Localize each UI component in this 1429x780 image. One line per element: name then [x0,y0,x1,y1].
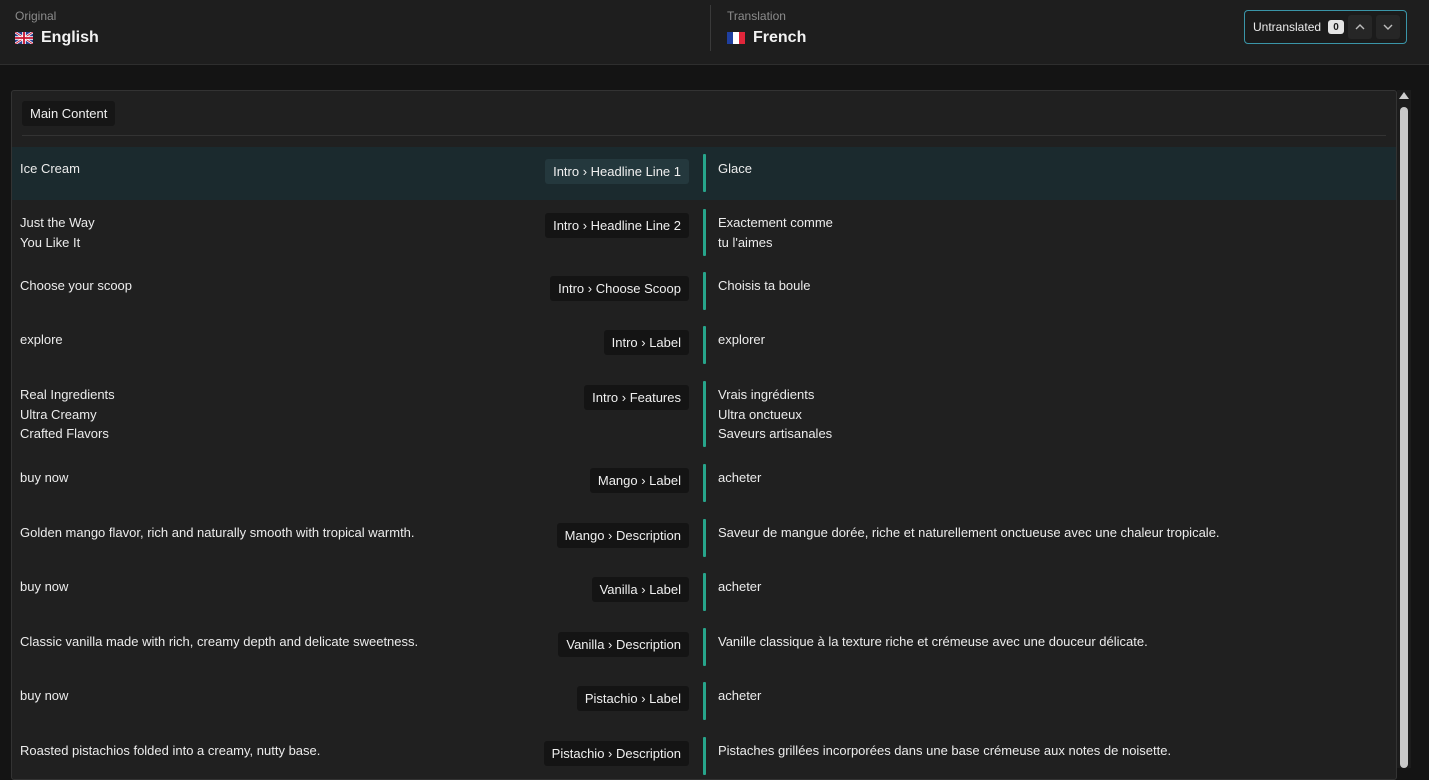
header-divider [710,5,711,51]
translation-text[interactable]: Vanille classique à la texture riche et … [718,632,1148,652]
untranslated-filter[interactable]: Untranslated 0 [1244,10,1407,44]
editor-header: Original English Translation French Untr… [0,0,1429,65]
translation-text[interactable]: Exactement comme tu l'aimes [718,213,833,252]
translation-row[interactable]: buy now Vanilla › Label acheter [12,566,1396,618]
source-text: Classic vanilla made with rich, creamy d… [20,634,419,649]
section-divider [22,135,1386,136]
uk-flag-icon [15,32,33,44]
translation-text[interactable]: Vrais ingrédients Ultra onctueux Saveurs… [718,385,832,444]
translated-indicator [703,628,706,666]
field-key-badge: Intro › Headline Line 1 [545,159,689,184]
section-title: Main Content [22,101,116,126]
translation-row[interactable]: Just the Way You Like It Intro › Headlin… [12,202,1396,263]
field-key-badge: Pistachio › Description [543,741,689,766]
translation-row[interactable]: buy now Pistachio › Label acheter [12,675,1396,727]
untranslated-count-badge: 0 [1328,20,1345,34]
field-key-badge: Intro › Label [603,330,689,355]
translation-language-name: French [753,29,807,46]
source-text: buy now [20,579,69,594]
translation-text[interactable]: Glace [718,159,752,179]
translation-row[interactable]: Golden mango flavor, rich and naturally … [12,512,1396,564]
translated-indicator [703,272,706,310]
original-language-name: English [41,29,99,46]
source-text: Roasted pistachios folded into a creamy,… [20,743,321,758]
previous-untranslated-button[interactable] [1348,15,1373,39]
chevron-up-icon [1355,24,1365,30]
translation-row[interactable]: Real Ingredients Ultra Creamy Crafted Fl… [12,374,1396,454]
scroll-up-arrow-icon[interactable] [1399,92,1409,99]
translation-panel: Main Content Ice Cream Intro › Headline … [11,90,1397,780]
translated-indicator [703,326,706,364]
field-key-badge: Vanilla › Label [591,577,689,602]
source-text: explore [20,332,63,347]
translation-row[interactable]: buy now Mango › Label acheter [12,457,1396,509]
field-key-badge: Intro › Features [584,385,689,410]
original-caption: Original [15,9,57,23]
source-text: Choose your scoop [20,278,133,293]
source-text: Ice Cream [20,161,80,176]
source-text: Golden mango flavor, rich and naturally … [20,525,415,540]
translation-caption: Translation [727,9,786,23]
translation-text[interactable]: Pistaches grillées incorporées dans une … [718,741,1171,761]
translation-text[interactable]: Saveur de mangue dorée, riche et naturel… [718,523,1220,543]
untranslated-label: Untranslated [1253,20,1322,34]
translation-text[interactable]: explorer [718,330,765,350]
translated-indicator [703,209,706,256]
source-text: buy now [20,688,69,703]
translation-text[interactable]: acheter [718,686,761,706]
scrollbar-thumb[interactable] [1400,107,1408,768]
field-key-badge: Intro › Headline Line 2 [545,213,689,238]
translation-text[interactable]: acheter [718,468,761,488]
translated-indicator [703,519,706,557]
translated-indicator [703,573,706,611]
translated-indicator [703,154,706,192]
translation-row[interactable]: Classic vanilla made with rich, creamy d… [12,621,1396,673]
translation-row[interactable]: explore Intro › Label explorer [12,319,1396,371]
field-key-badge: Mango › Label [589,468,689,493]
translated-indicator [703,381,706,447]
source-text: Real Ingredients Ultra Creamy Crafted Fl… [20,387,115,441]
translated-indicator [703,464,706,502]
translated-indicator [703,737,706,775]
france-flag-icon [727,32,745,44]
next-untranslated-button[interactable] [1376,15,1401,39]
translation-row[interactable]: Roasted pistachios folded into a creamy,… [12,730,1396,778]
translation-row[interactable]: Ice Cream Intro › Headline Line 1 Glace [12,147,1396,200]
field-key-badge: Mango › Description [556,523,689,548]
source-text: buy now [20,470,69,485]
translation-text[interactable]: Choisis ta boule [718,276,811,296]
translated-indicator [703,682,706,720]
field-key-badge: Pistachio › Label [576,686,689,711]
translation-row[interactable]: Choose your scoop Intro › Choose Scoop C… [12,265,1396,317]
translation-text[interactable]: acheter [718,577,761,597]
source-text: Just the Way You Like It [20,215,95,250]
chevron-down-icon [1383,24,1393,30]
field-key-badge: Vanilla › Description [558,632,689,657]
field-key-badge: Intro › Choose Scoop [550,276,689,301]
panel-scrollbar[interactable] [1397,90,1411,768]
